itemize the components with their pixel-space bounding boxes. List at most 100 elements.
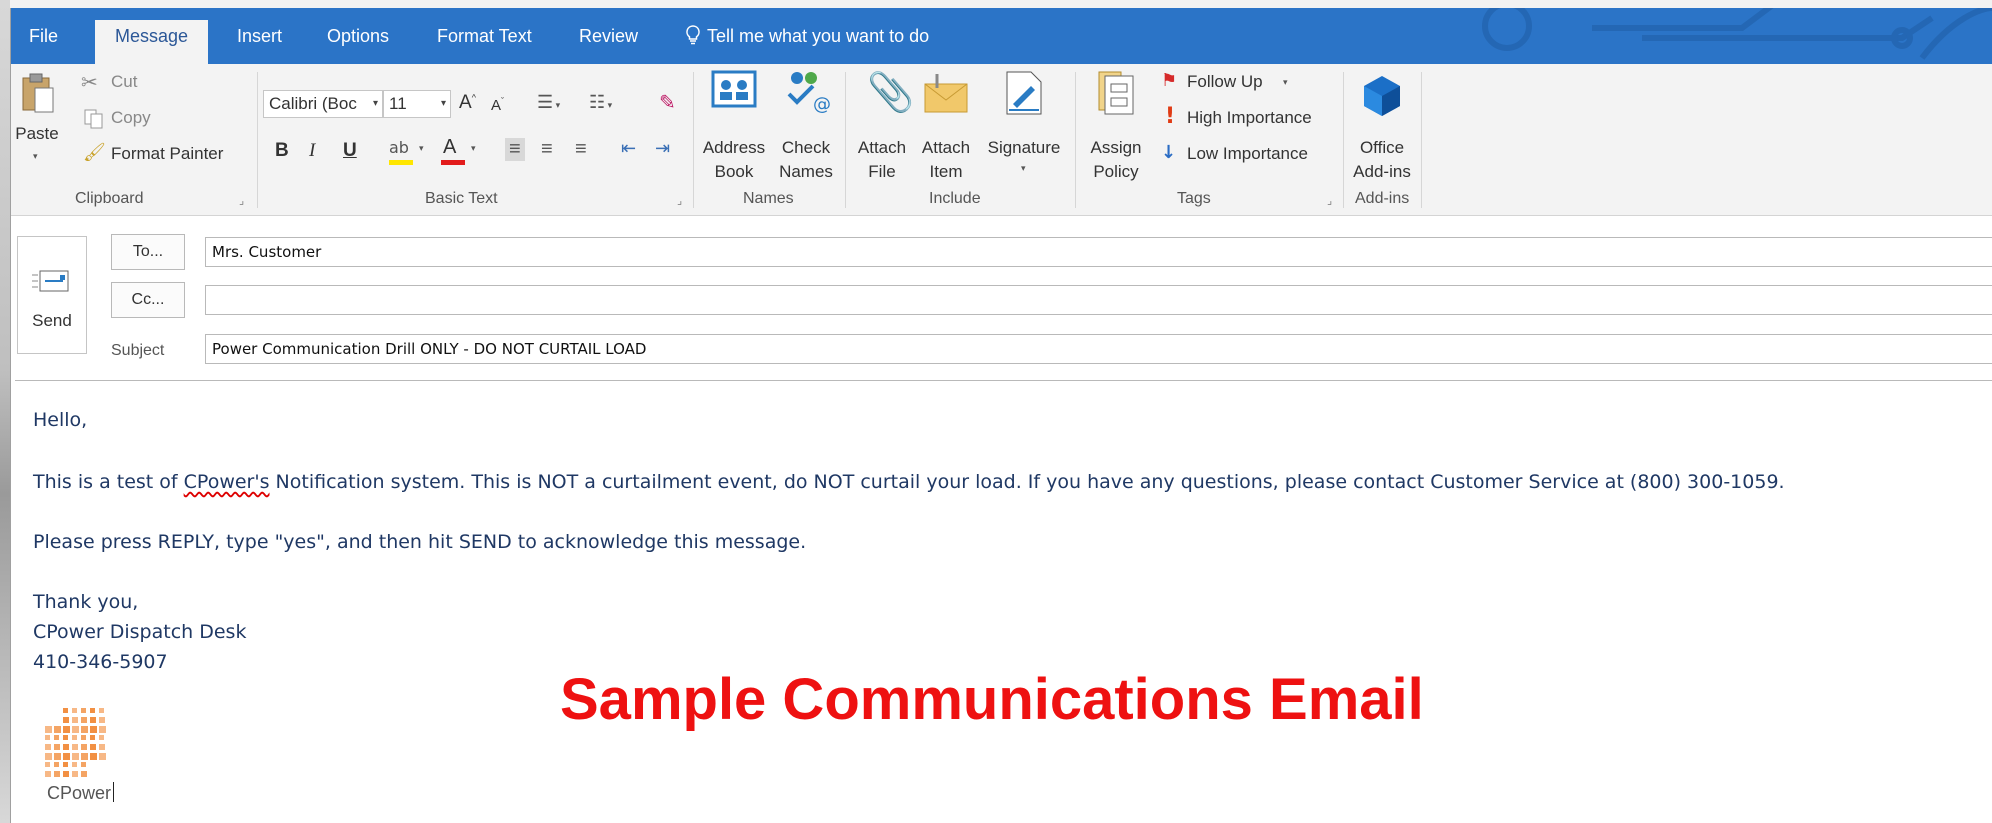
logo-dot [54,744,60,750]
logo-dot [54,753,61,760]
format-painter-label: Format Painter [111,144,224,163]
cpower-logo: CPower [37,704,117,804]
logo-dot [81,762,86,767]
logo-dot [63,753,70,760]
misspelled-word: CPower's [183,471,270,493]
logo-dot [54,726,61,733]
address-book-label-2: Book [714,162,754,181]
logo-text: CPower [47,783,112,803]
logo-dot [72,753,79,760]
tags-launcher-icon[interactable]: ⌟ [1327,194,1332,207]
basic-text-group-label: Basic Text [425,190,498,207]
group-divider [1075,72,1076,208]
high-importance-label: High Importance [1187,108,1312,127]
svg-text:@: @ [813,94,831,114]
tab-options[interactable]: Options [321,22,395,64]
high-importance-button[interactable]: ! High Importance [1159,104,1329,134]
thanks-text: Thank you, [33,591,139,613]
grow-font-icon[interactable]: A^ [459,92,476,114]
decrease-indent-icon[interactable]: ⇤ [621,138,636,159]
group-divider [1343,72,1344,208]
send-button[interactable]: Send [17,236,87,354]
align-left-icon[interactable]: ≡ [505,138,525,161]
logo-dot [54,771,60,777]
numbering-icon[interactable]: ☷ ▾ [589,92,612,113]
logo-dot [81,708,86,713]
assign-policy-button[interactable]: Assign Policy [1079,68,1153,184]
signature-name: CPower Dispatch Desk [33,621,247,643]
tab-insert[interactable]: Insert [231,22,288,64]
shrink-font-icon[interactable]: Aˇ [491,96,504,114]
align-center-icon[interactable]: ≡ [541,138,553,161]
logo-dot [63,735,68,740]
message-body[interactable]: Hello, This is a test of CPower's Notifi… [15,380,1992,823]
attach-item-button[interactable]: Attach Item [915,68,977,184]
signature-button[interactable]: Signature ▾ [979,68,1069,184]
logo-dot [99,726,106,733]
assign-policy-label-2: Policy [1093,162,1139,181]
group-divider [693,72,694,208]
italic-button[interactable]: I [309,140,315,162]
bold-button[interactable]: B [275,140,289,162]
copy-button[interactable]: Copy [81,106,191,134]
follow-up-label: Follow Up [1187,72,1263,91]
font-size-value: 11 [389,94,407,113]
office-addins-label-1: Office [1359,138,1405,157]
logo-dot [63,717,69,723]
clipboard-launcher-icon[interactable]: ⌟ [239,194,244,207]
paste-button[interactable]: Paste ▾ [15,72,59,172]
basic-text-launcher-icon[interactable]: ⌟ [677,194,682,207]
logo-dot [63,762,68,767]
down-arrow-icon: ↓ [1161,142,1177,163]
subject-field[interactable]: Power Communication Drill ONLY - DO NOT … [205,334,1992,364]
send-envelope-icon [32,270,69,292]
underline-button[interactable]: U [343,140,357,162]
logo-dot [45,726,52,733]
left-edge-shadow [0,0,10,823]
font-size-combo[interactable]: 11 ▾ [383,90,451,118]
greeting-text: Hello, [33,409,88,431]
font-name-combo[interactable]: Calibri (Boc ▾ [263,90,383,118]
cc-field[interactable] [205,285,1992,315]
tab-message[interactable]: Message [95,20,209,64]
check-names-button[interactable]: @ Check Names [771,68,841,184]
highlight-button[interactable]: ab ▾ [387,138,435,168]
to-button[interactable]: To... [111,234,185,270]
office-addins-button[interactable]: Office Add-ins [1347,68,1417,184]
low-importance-button[interactable]: ↓ Low Importance [1159,142,1329,170]
cut-button[interactable]: ✂ Cut [81,70,191,98]
address-book-button[interactable]: Address Book [699,68,769,184]
logo-dot [63,771,69,777]
exclamation-icon: ! [1165,104,1176,129]
ribbon-tab-bar: File Message Insert Options Format Text … [11,8,1992,64]
tab-file[interactable]: File [23,22,64,64]
logo-dot [72,744,78,750]
body-line-2: Please press REPLY, type "yes", and then… [33,531,807,553]
logo-dot [63,726,70,733]
tab-review[interactable]: Review [573,22,644,64]
logo-dot [99,717,105,723]
clear-formatting-icon[interactable]: ✎ [659,90,676,115]
bullets-icon[interactable]: ☰ ▾ [537,92,560,113]
cc-button[interactable]: Cc... [111,282,185,318]
attach-file-button[interactable]: 📎 Attach File [851,68,914,184]
format-painter-button[interactable]: 🖌 Format Painter [81,142,251,170]
tell-me-box[interactable]: Tell me what you want to do [679,22,935,64]
logo-dot [99,708,104,713]
office-addins-icon [1364,76,1400,116]
to-field[interactable]: Mrs. Customer [205,237,1992,267]
logo-dot [90,708,95,713]
increase-indent-icon[interactable]: ⇥ [655,138,670,159]
paste-label: Paste [15,124,59,143]
align-right-icon[interactable]: ≡ [575,138,587,161]
tab-format-text[interactable]: Format Text [431,22,538,64]
follow-up-button[interactable]: ⚑ Follow Up ▾ [1159,70,1309,98]
logo-dot [72,735,77,740]
attach-file-label-1: Attach [857,138,907,157]
sample-banner: Sample Communications Email [560,667,1424,732]
include-group-label: Include [929,190,981,207]
subject-label: Subject [111,342,165,359]
logo-dot [81,735,86,740]
policy-cabinet-icon [1098,71,1134,115]
font-color-button[interactable]: A ▾ [439,136,487,168]
